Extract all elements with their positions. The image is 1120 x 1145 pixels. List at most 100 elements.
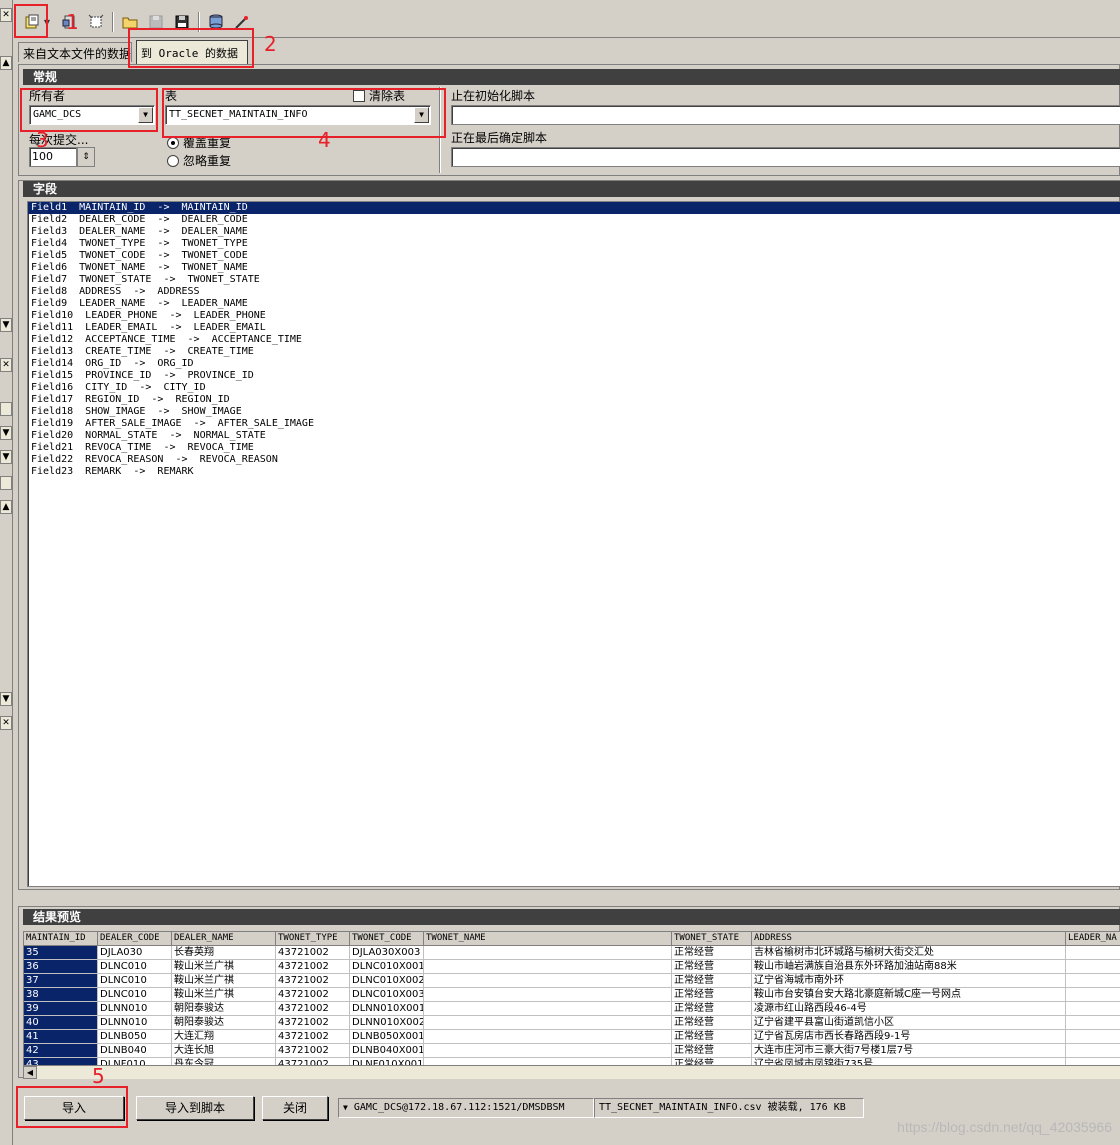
table-cell[interactable]: DLNB040X001 (350, 1044, 424, 1058)
field-row[interactable]: Field15 PROVINCE_ID -> PROVINCE_ID (28, 370, 1120, 382)
table-cell[interactable] (424, 974, 672, 988)
column-header[interactable]: ADDRESS (752, 932, 1066, 946)
table-cell[interactable]: 正常经营 (672, 1030, 752, 1044)
table-cell[interactable]: 正常经营 (672, 1002, 752, 1016)
table-cell[interactable]: 大连长旭 (172, 1044, 276, 1058)
table-row[interactable]: 36 DLNC010 鞍山米兰广祺 43721002 DLNC010X001 正常经营 鞍山… (24, 960, 1120, 974)
tab-text-file-data[interactable]: 来自文本文件的数据 (18, 42, 132, 62)
scroll-left-icon[interactable]: ◀ (23, 1066, 37, 1079)
table-cell[interactable]: 43721002 (276, 1044, 350, 1058)
table-cell[interactable] (424, 960, 672, 974)
table-cell[interactable] (424, 988, 672, 1002)
preview-grid[interactable]: MAINTAIN_ID DEALER_CODE DEALER_NAME TWON… (23, 931, 1120, 1069)
table-cell[interactable]: DLNC010X002 (350, 974, 424, 988)
field-row[interactable]: Field13 CREATE_TIME -> CREATE_TIME (28, 346, 1120, 358)
scroll-up-icon[interactable]: ▲ (0, 500, 12, 514)
table-cell[interactable]: 辽宁省建平县富山街道凯信小区 (752, 1016, 1066, 1030)
horizontal-scrollbar[interactable]: ◀ (23, 1065, 1120, 1079)
column-header[interactable]: DEALER_NAME (172, 932, 276, 946)
table-cell[interactable] (1066, 1044, 1120, 1058)
table-cell[interactable]: DLNB040 (98, 1044, 172, 1058)
table-cell[interactable]: DLNN010 (98, 1002, 172, 1016)
chevron-down-icon[interactable]: ▼ (0, 692, 12, 706)
chevron-down-icon[interactable]: ▼ (343, 1103, 348, 1112)
field-row[interactable]: Field18 SHOW_IMAGE -> SHOW_IMAGE (28, 406, 1120, 418)
table-cell[interactable] (1066, 960, 1120, 974)
table-cell[interactable] (1066, 1030, 1120, 1044)
field-row[interactable]: Field21 REVOCA_TIME -> REVOCA_TIME (28, 442, 1120, 454)
table-row[interactable]: 41 DLNB050 大连汇翔 43721002 DLNB050X001 正常经营 辽宁省瓦… (24, 1030, 1120, 1044)
table-cell[interactable]: 43721002 (276, 1030, 350, 1044)
table-cell[interactable]: DLNN010X002 (350, 1016, 424, 1030)
table-cell[interactable]: DLNN010 (98, 1016, 172, 1030)
field-row[interactable]: Field14 ORG_ID -> ORG_ID (28, 358, 1120, 370)
table-cell[interactable] (1066, 974, 1120, 988)
table-cell[interactable] (1066, 1016, 1120, 1030)
field-row[interactable]: Field16 CITY_ID -> CITY_ID (28, 382, 1120, 394)
table-cell[interactable]: 43721002 (276, 1002, 350, 1016)
table-cell[interactable]: DJLA030X003 (350, 946, 424, 960)
column-header[interactable]: TWONET_TYPE (276, 932, 350, 946)
field-row[interactable]: Field8 ADDRESS -> ADDRESS (28, 286, 1120, 298)
radio-overwrite-duplicates[interactable] (167, 137, 179, 149)
table-cell[interactable]: 43721002 (276, 946, 350, 960)
field-row[interactable]: Field19 AFTER_SALE_IMAGE -> AFTER_SALE_I… (28, 418, 1120, 430)
close-icon[interactable]: ✕ (0, 358, 12, 372)
table-row[interactable]: 37 DLNC010 鞍山米兰广祺 43721002 DLNC010X002 正常经营 辽宁… (24, 974, 1120, 988)
table-cell[interactable]: DLNC010X003 (350, 988, 424, 1002)
column-header[interactable]: TWONET_NAME (424, 932, 672, 946)
chevron-down-icon[interactable]: ▼ (0, 450, 12, 464)
table-cell[interactable]: 朝阳泰骏达 (172, 1016, 276, 1030)
field-row[interactable]: Field5 TWONET_CODE -> TWONET_CODE (28, 250, 1120, 262)
table-cell[interactable]: 正常经营 (672, 1016, 752, 1030)
clear-icon[interactable] (84, 10, 108, 34)
connection-status[interactable]: ▼ GAMC_DCS@172.18.67.112:1521/DMSDBSM (338, 1098, 594, 1118)
field-row[interactable]: Field9 LEADER_NAME -> LEADER_NAME (28, 298, 1120, 310)
table-cell[interactable]: 40 (24, 1016, 98, 1030)
field-row[interactable]: Field3 DEALER_NAME -> DEALER_NAME (28, 226, 1120, 238)
field-row[interactable]: Field22 REVOCA_REASON -> REVOCA_REASON (28, 454, 1120, 466)
table-cell[interactable]: 41 (24, 1030, 98, 1044)
field-mapping-list[interactable]: Field1 MAINTAIN_ID -> MAINTAIN_ID Field2… (27, 201, 1120, 887)
field-row[interactable]: Field17 REGION_ID -> REGION_ID (28, 394, 1120, 406)
table-row[interactable]: 39 DLNN010 朝阳泰骏达 43721002 DLNN010X001 正常经营 凌源市… (24, 1002, 1120, 1016)
table-cell[interactable] (1066, 988, 1120, 1002)
table-cell[interactable]: DLNC010 (98, 988, 172, 1002)
table-cell[interactable]: 正常经营 (672, 960, 752, 974)
column-header[interactable]: TWONET_STATE (672, 932, 752, 946)
table-cell[interactable] (1066, 946, 1120, 960)
table-cell[interactable]: 43721002 (276, 1016, 350, 1030)
table-cell[interactable] (424, 1016, 672, 1030)
table-row[interactable]: 40 DLNN010 朝阳泰骏达 43721002 DLNN010X002 正常经营 辽宁省… (24, 1016, 1120, 1030)
table-cell[interactable]: 39 (24, 1002, 98, 1016)
field-row[interactable]: Field6 TWONET_NAME -> TWONET_NAME (28, 262, 1120, 274)
table-cell[interactable]: 鞍山米兰广祺 (172, 960, 276, 974)
table-cell[interactable]: 凌源市红山路西段46-4号 (752, 1002, 1066, 1016)
table-cell[interactable]: DLNC010X001 (350, 960, 424, 974)
table-cell[interactable] (424, 1044, 672, 1058)
spinner-icon[interactable]: ⇕ (77, 147, 95, 167)
field-row[interactable]: Field1 MAINTAIN_ID -> MAINTAIN_ID (28, 202, 1120, 214)
table-cell[interactable]: DLNC010 (98, 960, 172, 974)
field-row[interactable]: Field2 DEALER_CODE -> DEALER_CODE (28, 214, 1120, 226)
table-cell[interactable]: 鞍山市岫岩满族自治县东外环路加油站南88米 (752, 960, 1066, 974)
table-cell[interactable]: 37 (24, 974, 98, 988)
table-cell[interactable]: 36 (24, 960, 98, 974)
table-cell[interactable]: 大连汇翔 (172, 1030, 276, 1044)
init-script-input[interactable] (451, 105, 1120, 125)
table-cell[interactable]: 正常经营 (672, 1044, 752, 1058)
table-row[interactable]: 38 DLNC010 鞍山米兰广祺 43721002 DLNC010X003 正常经营 鞍山… (24, 988, 1120, 1002)
table-cell[interactable]: 正常经营 (672, 946, 752, 960)
table-cell[interactable]: 吉林省榆树市北环城路与榆树大街交汇处 (752, 946, 1066, 960)
table-cell[interactable]: DLNC010 (98, 974, 172, 988)
radio-ignore-duplicates[interactable] (167, 155, 179, 167)
field-row[interactable]: Field10 LEADER_PHONE -> LEADER_PHONE (28, 310, 1120, 322)
column-header[interactable]: MAINTAIN_ID (24, 932, 98, 946)
table-cell[interactable]: 正常经营 (672, 974, 752, 988)
table-cell[interactable]: 鞍山米兰广祺 (172, 988, 276, 1002)
table-cell[interactable]: 大连市庄河市三豪大街7号楼1层7号 (752, 1044, 1066, 1058)
close-icon[interactable]: ✕ (0, 8, 12, 22)
table-cell[interactable]: 43721002 (276, 988, 350, 1002)
table-cell[interactable]: 长春英翔 (172, 946, 276, 960)
table-cell[interactable]: 鞍山米兰广祺 (172, 974, 276, 988)
